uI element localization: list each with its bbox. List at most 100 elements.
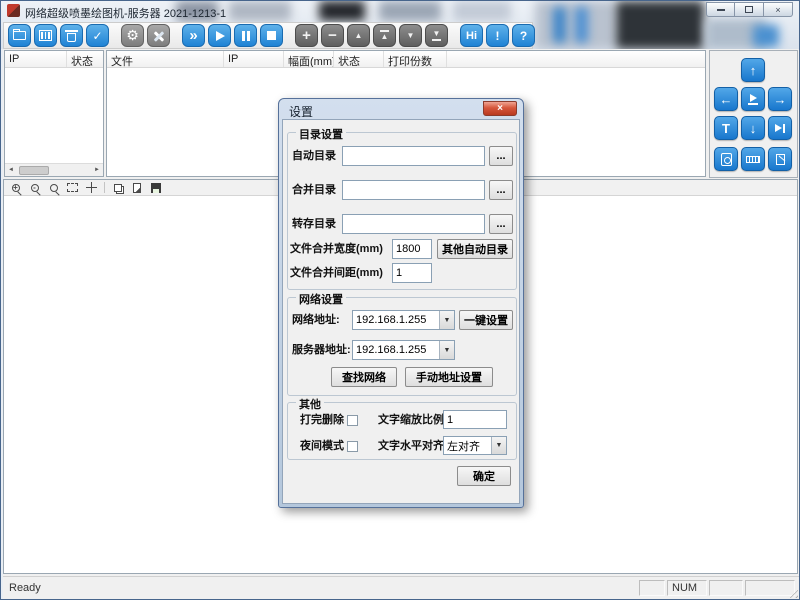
network-address-label: 网络地址:	[292, 310, 340, 330]
server-address-combo[interactable]: 192.168.1.255 ▼	[352, 340, 455, 360]
send-all-button[interactable]: »	[182, 24, 205, 47]
help-button[interactable]: ?	[512, 24, 535, 47]
delete-button[interactable]	[60, 24, 83, 47]
night-mode-checkbox[interactable]	[347, 441, 358, 452]
tools-button[interactable]	[147, 24, 170, 47]
pan-button[interactable]	[85, 181, 98, 194]
maximize-button[interactable]	[735, 2, 764, 17]
check-icon: ✓	[92, 29, 102, 43]
auto-dir-browse-button[interactable]: ...	[489, 146, 513, 166]
text-align-combo[interactable]: 左对齐 ▼	[443, 436, 507, 455]
horizontal-scrollbar[interactable]: ◄ ►	[5, 163, 103, 176]
move-down-button[interactable]: ▼	[399, 24, 422, 47]
other-auto-dir-button[interactable]: 其他自动目录	[437, 239, 513, 259]
settings-dialog: 设置 × 目录设置 自动目录 ... 合并目录 ... 转存目录 ... 文件合…	[278, 98, 524, 508]
select-region-button[interactable]	[66, 181, 79, 194]
plus-icon: +	[302, 27, 311, 44]
pad-frame-button[interactable]	[714, 147, 738, 171]
server-address-value: 192.168.1.255	[353, 344, 439, 356]
column-header-status[interactable]: 状态	[67, 51, 103, 67]
minimize-button[interactable]	[706, 2, 735, 17]
hi-button[interactable]: Hi	[460, 24, 483, 47]
pad-left-button[interactable]: ←	[714, 87, 738, 111]
exclamation-icon: !	[496, 29, 500, 43]
alert-button[interactable]: !	[486, 24, 509, 47]
ruler-icon	[746, 156, 760, 163]
status-text: Ready	[9, 582, 41, 594]
chevron-down-icon[interactable]: ▼	[491, 437, 506, 454]
add-button[interactable]: +	[295, 24, 318, 47]
question-icon: ?	[520, 29, 527, 43]
settings-button[interactable]: ⚙	[121, 24, 144, 47]
pad-up-button[interactable]: ↑	[741, 58, 765, 82]
move-up-button[interactable]: ▲	[347, 24, 370, 47]
column-header-ip[interactable]: IP	[224, 51, 284, 67]
night-mode-label: 夜间模式	[300, 436, 344, 456]
open-file-button[interactable]	[8, 24, 31, 47]
pad-ruler-button[interactable]	[741, 147, 765, 171]
merge-dir-input[interactable]	[342, 180, 485, 200]
column-header-ip[interactable]: IP	[5, 51, 67, 67]
column-header-file[interactable]: 文件	[107, 51, 224, 67]
remove-button[interactable]: −	[321, 24, 344, 47]
transfer-dir-browse-button[interactable]: ...	[489, 214, 513, 234]
move-top-button[interactable]: ▲	[373, 24, 396, 47]
pad-text-button[interactable]: T	[714, 116, 738, 140]
find-network-button[interactable]: 查找网络	[331, 367, 397, 387]
save-button[interactable]	[149, 181, 162, 194]
merge-dir-browse-button[interactable]: ...	[489, 180, 513, 200]
navigation-pad-panel: ↑ ← → T ↓	[709, 50, 798, 178]
manual-address-button[interactable]: 手动地址设置	[405, 367, 493, 387]
pad-right-button[interactable]: →	[768, 87, 792, 111]
confirm-button[interactable]: ✓	[86, 24, 109, 47]
zoom-in-button[interactable]: +	[9, 181, 22, 194]
zoom-in-icon: +	[12, 184, 20, 192]
copy-icon	[114, 184, 122, 192]
stop-button[interactable]	[260, 24, 283, 47]
delete-after-print-checkbox[interactable]	[347, 415, 358, 426]
zoom-reset-button[interactable]	[47, 181, 60, 194]
group-legend: 目录设置	[296, 126, 346, 142]
select-region-icon	[67, 183, 78, 192]
pad-doc-button[interactable]	[768, 147, 792, 171]
preview-button[interactable]	[130, 181, 143, 194]
scroll-left-icon[interactable]: ◄	[5, 165, 17, 176]
pad-end-button[interactable]	[768, 116, 792, 140]
zoom-out-button[interactable]: -	[28, 181, 41, 194]
copy-button[interactable]	[111, 181, 124, 194]
view-columns-button[interactable]	[34, 24, 57, 47]
onekey-setup-button[interactable]: 一键设置	[459, 310, 513, 330]
scroll-right-icon[interactable]: ►	[91, 165, 103, 176]
column-header-status[interactable]: 状态	[334, 51, 384, 67]
ok-button[interactable]: 确定	[457, 466, 511, 486]
auto-dir-input[interactable]	[342, 146, 485, 166]
delete-after-print-label: 打完删除	[300, 410, 344, 430]
transfer-dir-label: 转存目录	[292, 214, 336, 234]
save-floppy-icon	[151, 183, 161, 193]
chevron-down-icon[interactable]: ▼	[439, 311, 454, 329]
titlebar: 网络超级喷墨绘图机-服务器 2021-1213-1 ×	[1, 1, 800, 22]
close-icon: ×	[497, 104, 503, 114]
merge-width-input[interactable]	[392, 239, 432, 259]
skip-to-end-icon	[775, 124, 785, 133]
group-legend: 网络设置	[296, 291, 346, 307]
merge-gap-input[interactable]	[392, 263, 432, 283]
frame-camera-icon	[721, 153, 732, 166]
text-scale-input[interactable]	[443, 410, 507, 429]
dialog-close-button[interactable]: ×	[483, 101, 517, 116]
start-button[interactable]	[208, 24, 231, 47]
scrollbar-thumb[interactable]	[19, 166, 49, 175]
pad-plot-button[interactable]	[741, 87, 765, 111]
pause-button[interactable]	[234, 24, 257, 47]
chevron-down-icon[interactable]: ▼	[439, 341, 454, 359]
pad-down-button[interactable]: ↓	[741, 116, 765, 140]
move-bottom-button[interactable]: ▼	[425, 24, 448, 47]
dialog-title: 设置	[289, 103, 313, 120]
close-button[interactable]: ×	[764, 2, 793, 17]
column-header-copies[interactable]: 打印份数	[384, 51, 447, 67]
network-address-combo[interactable]: 192.168.1.255 ▼	[352, 310, 455, 330]
transfer-dir-input[interactable]	[342, 214, 485, 234]
close-icon: ×	[775, 5, 780, 15]
status-bar: Ready NUM	[3, 576, 799, 599]
column-header-width[interactable]: 幅面(mm)	[284, 51, 334, 67]
